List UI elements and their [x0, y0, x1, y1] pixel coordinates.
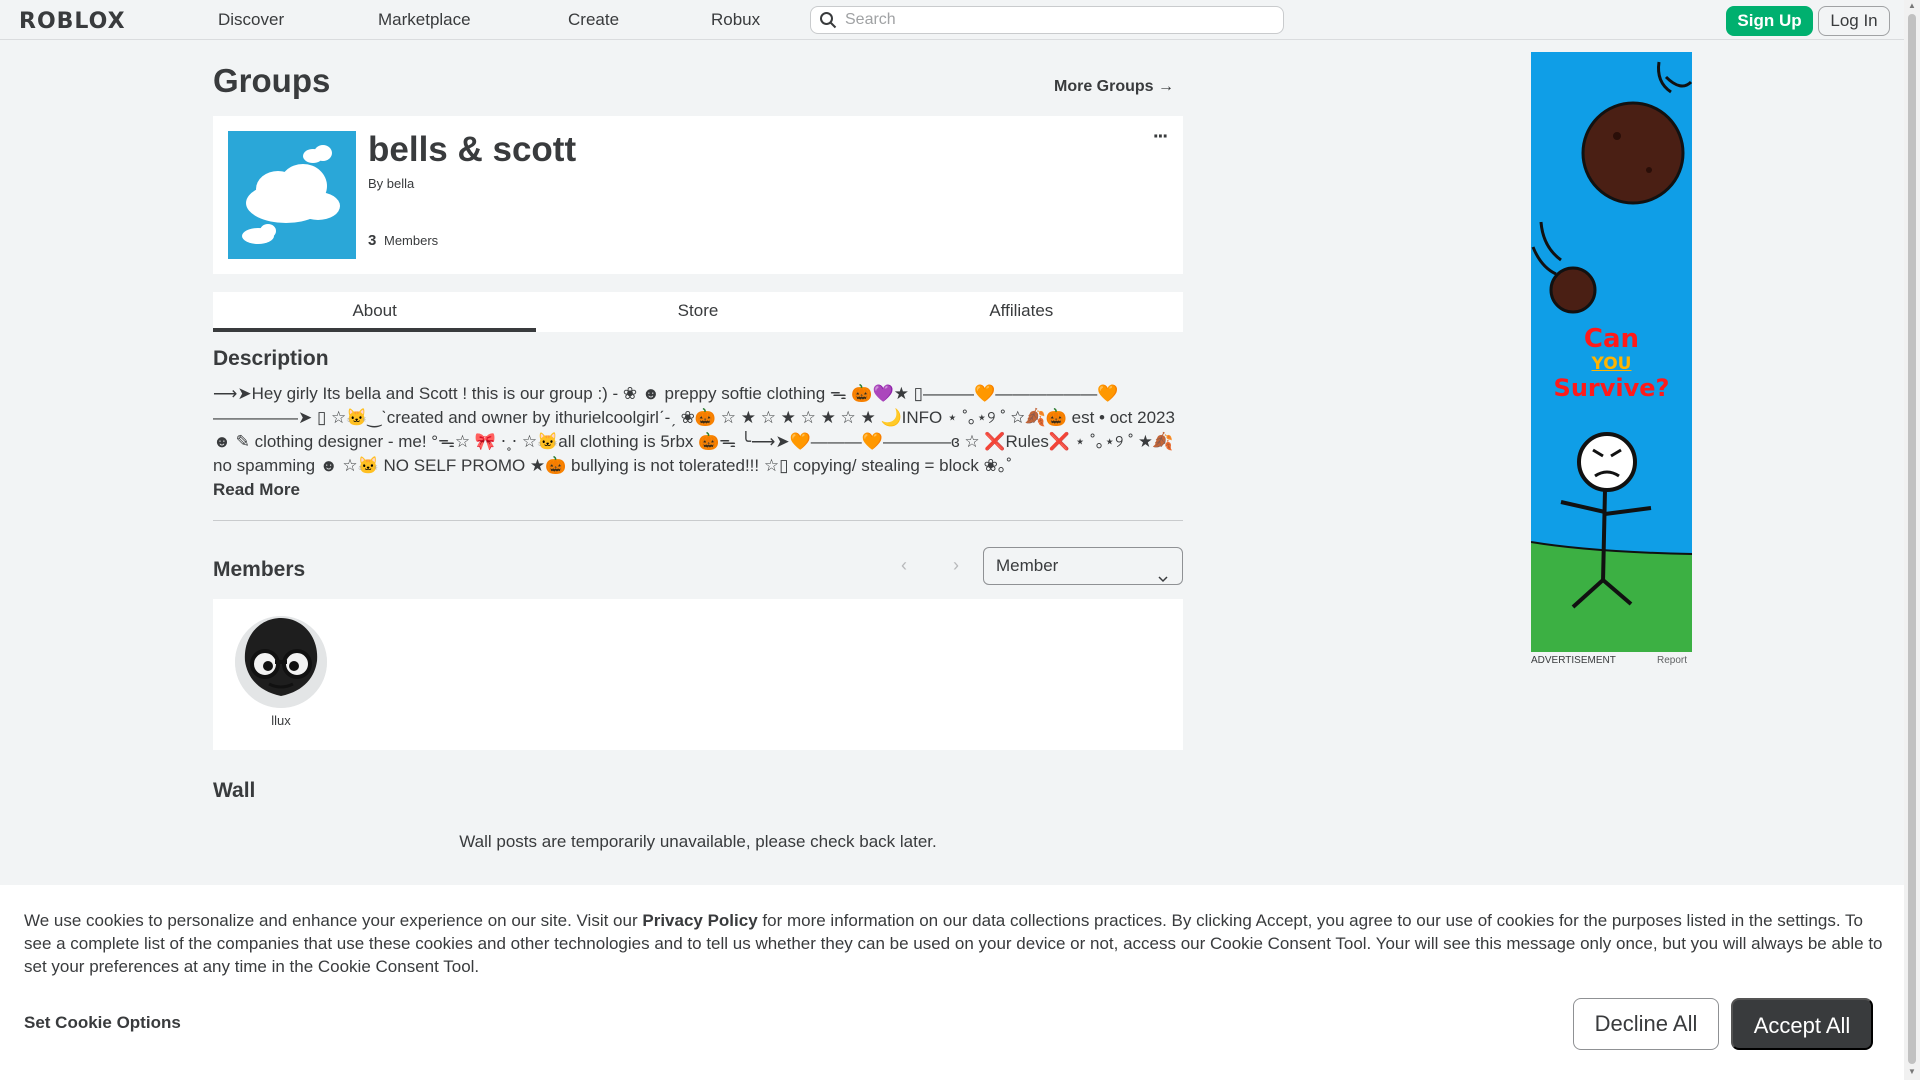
wall-title: Wall: [213, 779, 256, 802]
next-page-icon[interactable]: ›: [946, 555, 966, 575]
read-more-link[interactable]: Read More: [213, 480, 300, 500]
ad-headline-3: Survive?: [1553, 374, 1670, 402]
group-header-card: bells & scott By bella 3 Members ···: [213, 116, 1183, 274]
decline-all-button[interactable]: Decline All: [1573, 998, 1719, 1050]
log-in-button[interactable]: Log In: [1818, 6, 1890, 36]
chevron-down-icon: [1158, 561, 1168, 583]
group-emblem-image: [228, 131, 356, 259]
search-box[interactable]: [810, 6, 1284, 34]
scrollbar-thumb[interactable]: [1908, 14, 1916, 1064]
group-tabs: About Store Affiliates: [213, 292, 1183, 332]
role-select-dropdown[interactable]: Member: [983, 547, 1183, 585]
more-options-icon[interactable]: ···: [1153, 126, 1169, 149]
avatar[interactable]: [235, 616, 327, 708]
scroll-down-icon[interactable]: ▼: [1908, 1068, 1916, 1076]
nav-discover[interactable]: Discover: [218, 10, 284, 30]
group-name: bells & scott: [368, 130, 577, 169]
ad-headline-2: YOU: [1591, 354, 1632, 374]
cookie-message: We use cookies to personalize and enhanc…: [24, 909, 1884, 978]
member-count: 3: [368, 232, 377, 249]
tab-about[interactable]: About: [213, 292, 537, 332]
nav-marketplace[interactable]: Marketplace: [378, 10, 471, 30]
wall-unavailable-message: Wall posts are temporarily unavailable, …: [459, 832, 937, 851]
member-count-label: Members: [384, 233, 439, 248]
group-owner-link[interactable]: bella: [387, 176, 414, 191]
sign-up-button[interactable]: Sign Up: [1726, 6, 1813, 36]
more-groups-link[interactable]: More Groups →: [1054, 78, 1174, 96]
advertisement-banner[interactable]: Can YOU Survive?: [1531, 52, 1692, 652]
by-label: By: [368, 176, 384, 191]
group-owner-line: By bella: [368, 176, 414, 191]
search-input[interactable]: [845, 11, 1265, 29]
role-select-value: Member: [996, 556, 1059, 575]
accept-all-button[interactable]: Accept All: [1731, 998, 1873, 1050]
search-icon: [819, 11, 837, 29]
ad-report-link[interactable]: Report: [1657, 655, 1687, 666]
description-text: ⟶➤Hey girly Its bella and Scott ! this i…: [213, 384, 1175, 475]
cookie-text-before: We use cookies to personalize and enhanc…: [24, 911, 643, 930]
scroll-up-icon[interactable]: ▲: [1908, 2, 1916, 10]
nav-robux[interactable]: Robux: [711, 10, 760, 30]
top-navigation-bar: ROBLOX Discover Marketplace Create Robux…: [0, 0, 1904, 40]
member-name[interactable]: llux: [213, 713, 349, 728]
tab-store[interactable]: Store: [536, 292, 859, 332]
set-cookie-options-link[interactable]: Set Cookie Options: [24, 1013, 181, 1033]
page-title: Groups: [213, 62, 331, 99]
cookie-consent-banner: We use cookies to personalize and enhanc…: [0, 885, 1904, 1080]
nav-create[interactable]: Create: [568, 10, 619, 30]
previous-page-icon[interactable]: ‹: [894, 555, 914, 575]
page-scrollbar[interactable]: ▲ ▼: [1904, 0, 1920, 1080]
roblox-logo[interactable]: ROBLOX: [19, 9, 126, 34]
members-card: llux: [213, 599, 1183, 750]
section-divider: [213, 520, 1183, 521]
description-title: Description: [213, 347, 329, 370]
members-title: Members: [213, 558, 306, 581]
ad-headline-1: Can: [1583, 324, 1640, 354]
advertisement-label: ADVERTISEMENT: [1531, 655, 1616, 666]
tab-affiliates[interactable]: Affiliates: [860, 292, 1183, 332]
member-tile[interactable]: llux: [213, 599, 349, 750]
privacy-policy-link[interactable]: Privacy Policy: [642, 911, 757, 930]
